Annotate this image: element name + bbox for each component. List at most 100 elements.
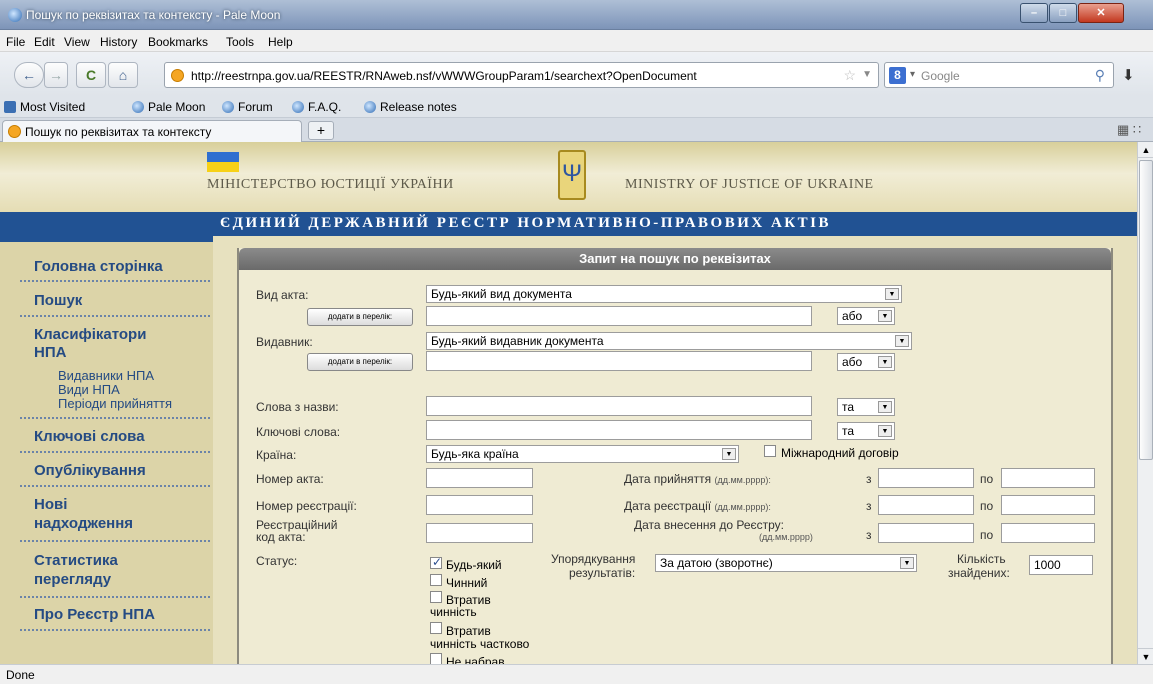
selected-value: або — [842, 355, 863, 369]
download-icon[interactable]: ⬇ — [1122, 66, 1135, 84]
form-title: Запит на пошук по реквізитах — [239, 248, 1111, 270]
search-engine-icon[interactable]: 8 — [889, 67, 906, 84]
search-icon[interactable]: ⚲ — [1095, 67, 1105, 84]
url-bar[interactable]: http://reestrnpa.gov.ua/REESTR/RNAweb.ns… — [164, 62, 879, 88]
keywords-field[interactable] — [426, 420, 812, 440]
pale-moon-icon — [364, 101, 376, 113]
new-tab-button[interactable]: + — [308, 121, 334, 140]
minimize-button[interactable]: – — [1020, 3, 1048, 23]
tab-search[interactable]: Пошук по реквізитах та контексту — [2, 120, 302, 142]
sidebar-item-stats[interactable]: Статистика — [34, 552, 118, 569]
selected-value: Будь-який вид документа — [431, 287, 572, 301]
reg-code-field[interactable] — [426, 523, 533, 543]
act-type-operator-select[interactable]: або ▼ — [837, 307, 895, 325]
title-words-operator-select[interactable]: та ▼ — [837, 398, 895, 416]
adopt-date-to-field[interactable] — [1001, 468, 1095, 488]
status-any-label: Будь-який — [446, 558, 502, 572]
publisher-operator-select[interactable]: або ▼ — [837, 353, 895, 371]
search-engine-dropdown-icon[interactable]: ▾ — [910, 69, 915, 80]
sidebar-item-search[interactable]: Пошук — [34, 292, 82, 309]
sort-select[interactable]: За датою (зворотнє) ▼ — [655, 554, 917, 572]
entry-date-to-field[interactable] — [1001, 523, 1095, 543]
status-partial-checkbox[interactable] — [430, 622, 442, 634]
adopt-date-to-label: по — [980, 472, 994, 486]
scroll-thumb[interactable] — [1139, 160, 1153, 460]
divider — [20, 451, 210, 453]
divider — [20, 280, 210, 282]
menu-edit[interactable]: Edit — [34, 35, 55, 49]
menu-bookmarks[interactable]: Bookmarks — [148, 35, 208, 49]
count-field[interactable]: 1000 — [1029, 555, 1093, 575]
vertical-scrollbar[interactable]: ▲ ▼ — [1137, 142, 1153, 664]
status-lost-checkbox[interactable] — [430, 591, 442, 603]
intl-treaty-label: Міжнародний договір — [781, 446, 899, 460]
sidebar-item-classifiers-npa[interactable]: НПА — [34, 344, 66, 361]
menu-help[interactable]: Help — [268, 35, 293, 49]
intl-treaty-checkbox[interactable] — [764, 445, 776, 457]
scroll-down-icon[interactable]: ▼ — [1138, 648, 1153, 664]
back-button[interactable]: ← — [14, 62, 44, 88]
reg-date-from-field[interactable] — [878, 495, 974, 515]
divider — [20, 629, 210, 631]
bookmark-most-visited[interactable]: Most Visited — [4, 100, 85, 114]
sidebar-item-publication[interactable]: Опублікування — [34, 462, 146, 479]
close-button[interactable]: ✕ — [1078, 3, 1124, 23]
forward-button[interactable]: → — [44, 62, 68, 88]
keywords-operator-select[interactable]: та ▼ — [837, 422, 895, 440]
bookmark-pale-moon[interactable]: Pale Moon — [132, 100, 205, 114]
tab-groups-icon[interactable]: ▦ ∷ — [1117, 122, 1141, 138]
url-dropdown-icon[interactable]: ▼ — [862, 69, 872, 80]
reload-button[interactable]: C — [76, 62, 106, 88]
bookmark-forum[interactable]: Forum — [222, 100, 273, 114]
status-valid-checkbox[interactable] — [430, 574, 442, 586]
sidebar-sub-periods[interactable]: Періоди прийняття — [58, 396, 172, 411]
most-visited-icon — [4, 101, 16, 113]
entry-date-label: Дата внесення до Реєстру: — [634, 518, 784, 532]
act-type-list-field[interactable] — [426, 306, 812, 326]
pale-moon-icon — [222, 101, 234, 113]
sidebar-item-keywords[interactable]: Ключові слова — [34, 428, 145, 445]
title-words-field[interactable] — [426, 396, 812, 416]
menu-file[interactable]: File — [6, 35, 25, 49]
publisher-list-field[interactable] — [426, 351, 812, 371]
maximize-button[interactable]: □ — [1049, 3, 1077, 23]
reg-number-field[interactable] — [426, 495, 533, 515]
add-publisher-button[interactable]: додати в перелік: — [307, 353, 413, 371]
sidebar-item-new-2[interactable]: надходження — [34, 515, 133, 532]
sidebar-sub-types[interactable]: Види НПА — [58, 382, 120, 397]
menu-view[interactable]: View — [64, 35, 90, 49]
entry-date-from-label: з — [866, 528, 872, 542]
sidebar-item-about[interactable]: Про Реєстр НПА — [34, 606, 155, 623]
bookmark-faq[interactable]: F.A.Q. — [292, 100, 341, 114]
search-bar[interactable]: 8 ▾ Google ⚲ — [884, 62, 1114, 88]
act-number-field[interactable] — [426, 468, 533, 488]
scroll-up-icon[interactable]: ▲ — [1138, 142, 1153, 158]
status-any-checkbox[interactable] — [430, 555, 442, 569]
act-type-label: Вид акта: — [256, 288, 309, 302]
bookmark-release-notes[interactable]: Release notes — [364, 100, 457, 114]
home-button[interactable]: ⌂ — [108, 62, 138, 88]
bookmark-star-icon[interactable]: ☆ — [843, 67, 856, 84]
divider — [20, 540, 210, 542]
country-select[interactable]: Будь-яка країна ▼ — [426, 445, 739, 463]
sidebar-item-new[interactable]: Нові — [34, 496, 67, 513]
sidebar-item-home[interactable]: Головна сторінка — [34, 258, 163, 275]
date-format-hint: (дд.мм.рррр): — [714, 475, 771, 485]
act-type-select[interactable]: Будь-який вид документа ▼ — [426, 285, 902, 303]
registry-banner: ЄДИНИЙ ДЕРЖАВНИЙ РЕЄСТР НОРМАТИВНО-ПРАВО… — [0, 212, 1137, 236]
sidebar-sub-publishers[interactable]: Видавники НПА — [58, 368, 154, 383]
status-partial-label-2: чинність частково — [430, 637, 530, 651]
add-act-type-button[interactable]: додати в перелік: — [307, 308, 413, 326]
menu-tools[interactable]: Tools — [226, 35, 254, 49]
sidebar-item-classifiers[interactable]: Класифікатори — [34, 326, 146, 343]
sidebar-item-stats-2[interactable]: перегляду — [34, 571, 111, 588]
selected-value: або — [842, 309, 863, 323]
site-header: МІНІСТЕРСТВО ЮСТИЦІЇ УКРАЇНИ Ψ MINISTRY … — [0, 142, 1137, 212]
entry-date-from-field[interactable] — [878, 523, 974, 543]
publisher-select[interactable]: Будь-який видавник документа ▼ — [426, 332, 912, 350]
reg-date-to-field[interactable] — [1001, 495, 1095, 515]
chevron-down-icon: ▼ — [878, 356, 892, 368]
status-not-in-force-checkbox[interactable] — [430, 653, 442, 664]
menu-history[interactable]: History — [100, 35, 137, 49]
adopt-date-from-field[interactable] — [878, 468, 974, 488]
